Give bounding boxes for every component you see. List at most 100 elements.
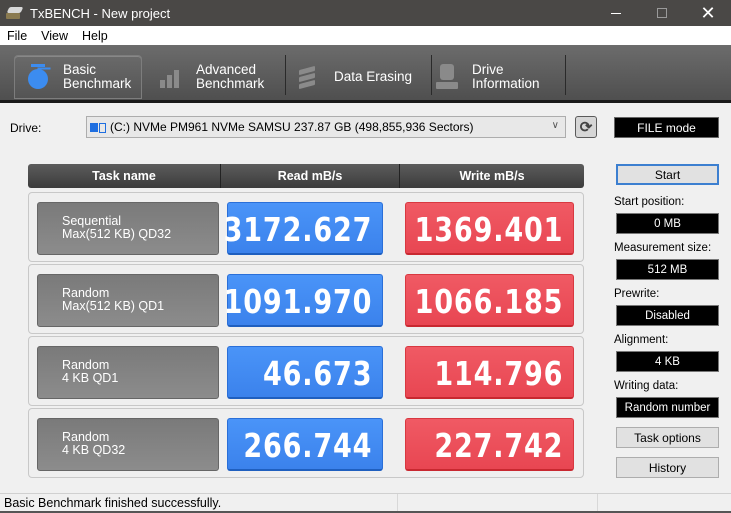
drive-select[interactable]: (C:) NVMe PM961 NVMe SAMSU 237.87 GB (49… [86,116,566,138]
minimize-icon [611,12,621,14]
tab-label-line2: Benchmark [63,76,132,91]
start-position-label: Start position: [614,196,685,208]
menu-bar: File View Help [0,26,731,45]
prewrite-value[interactable]: Disabled [616,305,719,326]
tab-label-line1: Advanced [196,62,257,77]
result-row-random-512k-qd1: Random Max(512 KB) QD1 1091.970 1066.185 [28,264,584,334]
menu-file[interactable]: File [0,29,34,43]
drive-info-icon-base [436,82,458,89]
drive-icon [90,121,106,133]
header-read: Read mB/s [221,164,400,188]
alignment-value[interactable]: 4 KB [616,351,719,372]
task-options-button[interactable]: Task options [616,427,719,448]
refresh-drives-button[interactable]: ⟳ [575,116,597,138]
task-name-line2: Max(512 KB) QD1 [62,299,165,313]
writing-data-value[interactable]: Random number [616,397,719,418]
tab-basic-benchmark[interactable]: Basic Benchmark [14,55,142,99]
write-value: 1369.401 [414,210,563,249]
write-value: 227.742 [434,426,563,465]
tab-data-erasing[interactable]: Data Erasing [286,55,432,99]
chevron-down-icon: ∨ [551,120,559,131]
status-message: Basic Benchmark finished successfully. [0,494,398,511]
maximize-icon [657,8,667,18]
main-panel: Drive: (C:) NVMe PM961 NVMe SAMSU 237.87… [0,106,731,493]
task-name-button[interactable]: Random 4 KB QD32 [37,418,219,471]
task-name-line1: Random [62,430,110,444]
main-toolbar: Basic Benchmark Advanced Benchmark Data Er… [0,45,731,103]
read-result: 266.744 [227,418,383,471]
read-result: 1091.970 [223,274,383,327]
start-position-value[interactable]: 0 MB [616,213,719,234]
title-bar: TxBENCH - New project ✕ [0,0,731,26]
drive-label: Drive: [10,121,42,135]
header-write: Write mB/s [459,169,525,183]
tab-label: Basic Benchmark [63,63,131,91]
measurement-size-value[interactable]: 512 MB [616,259,719,280]
write-result: 114.796 [405,346,574,399]
task-name-line2: Max(512 KB) QD32 [62,227,172,241]
tab-label: Drive Information [472,63,540,91]
tab-advanced-benchmark[interactable]: Advanced Benchmark [148,55,286,99]
refresh-icon: ⟳ [579,119,593,136]
write-value: 1066.185 [414,282,563,321]
task-name-line1: Random [62,358,110,372]
mode-indicator: FILE mode [614,117,719,138]
eraser-icon [294,62,324,92]
drive-select-value: (C:) NVMe PM961 NVMe SAMSU 237.87 GB (49… [110,120,474,134]
stopwatch-icon [23,62,53,92]
close-button[interactable]: ✕ [685,0,731,26]
task-name-line1: Random [62,286,110,300]
bar-chart-icon [156,62,186,92]
prewrite-label: Prewrite: [614,288,660,300]
read-value: 3172.627 [223,210,372,249]
write-result: 1066.185 [405,274,574,327]
tab-drive-information[interactable]: Drive Information [424,55,566,99]
task-name-button[interactable]: Random 4 KB QD1 [37,346,219,399]
result-row-sequential-qd32: Sequential Max(512 KB) QD32 3172.627 1369… [28,192,584,262]
tab-label-line2: Information [472,76,540,91]
task-name-button[interactable]: Random Max(512 KB) QD1 [37,274,219,327]
maximize-button[interactable] [639,0,685,26]
tab-label-line1: Drive [472,62,504,77]
write-value: 114.796 [434,354,563,393]
task-name-button[interactable]: Sequential Max(512 KB) QD32 [37,202,219,255]
drive-info-icon [432,62,462,92]
tab-label: Advanced Benchmark [196,63,264,91]
task-name-line2: 4 KB QD1 [62,371,119,385]
read-result: 3172.627 [223,202,383,255]
menu-help[interactable]: Help [75,29,115,43]
read-value: 266.744 [243,426,372,465]
close-icon: ✕ [700,2,716,23]
write-result: 1369.401 [405,202,574,255]
start-button[interactable]: Start [616,164,719,185]
bar [167,75,172,88]
read-value: 46.673 [262,354,372,393]
writing-data-label: Writing data: [614,380,679,392]
app-icon [6,7,24,19]
read-result: 46.673 [227,346,383,399]
bar [160,80,165,88]
status-cell [398,494,598,511]
window-title: TxBENCH - New project [30,5,171,21]
history-button[interactable]: History [616,457,719,478]
tab-separator [565,55,566,95]
measurement-size-label: Measurement size: [614,242,712,254]
task-name-line1: Sequential [62,214,122,228]
window-controls: ✕ [593,0,731,26]
write-result: 227.742 [405,418,574,471]
status-bar: Basic Benchmark finished successfully. [0,493,731,513]
bar [174,70,179,88]
tab-label: Data Erasing [334,69,413,84]
menu-view[interactable]: View [34,29,75,43]
results-header: Task name Read mB/s Write mB/s [28,164,584,188]
alignment-label: Alignment: [614,334,669,346]
minimize-button[interactable] [593,0,639,26]
read-value: 1091.970 [223,282,372,321]
header-task-name: Task name [28,164,221,188]
task-name-line2: 4 KB QD32 [62,443,126,457]
tab-label-line2: Benchmark [196,76,265,91]
tab-label-line1: Basic [63,62,97,77]
drive-info-icon-top [440,64,454,80]
result-row-random-4k-qd32: Random 4 KB QD32 266.744 227.742 [28,408,584,478]
result-row-random-4k-qd1: Random 4 KB QD1 46.673 114.796 [28,336,584,406]
